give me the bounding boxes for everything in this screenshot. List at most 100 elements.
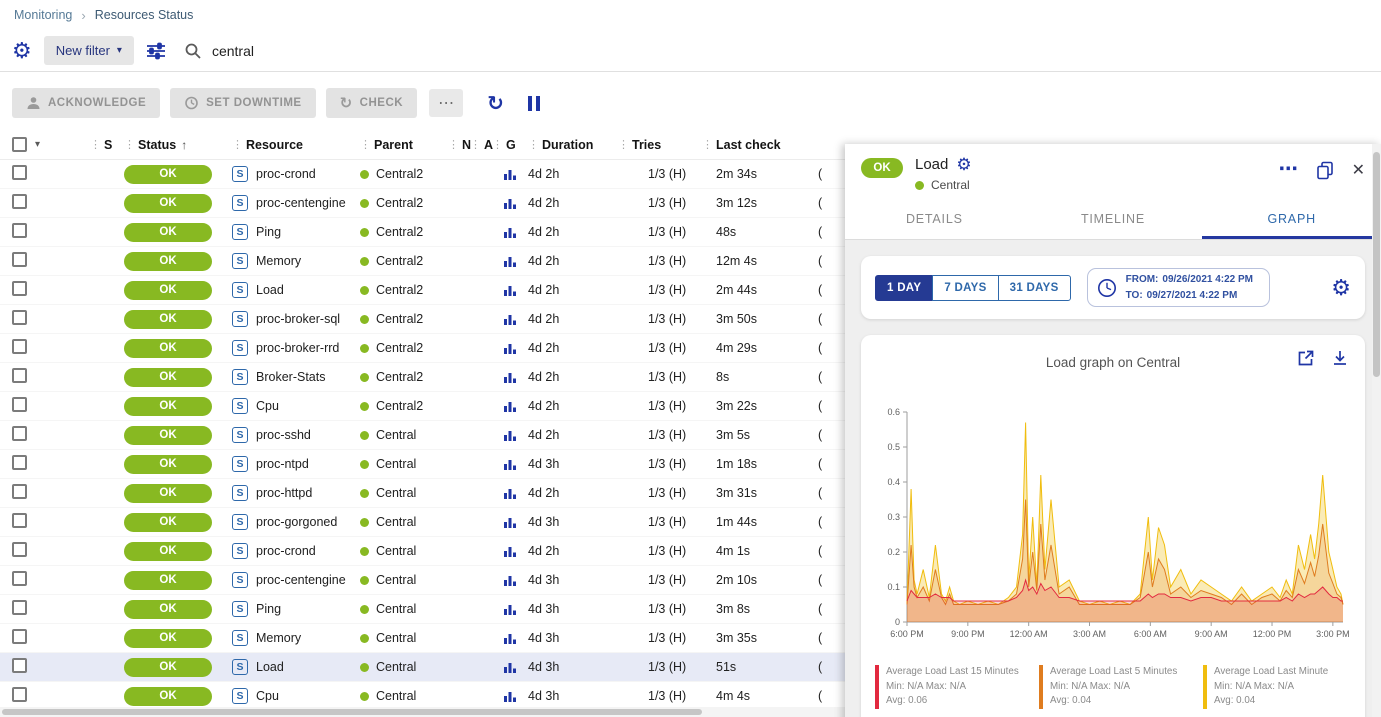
breadcrumb-monitoring[interactable]: Monitoring <box>14 8 72 22</box>
graph-icon[interactable] <box>503 486 517 500</box>
graph-icon[interactable] <box>503 225 517 239</box>
tab-details[interactable]: DETAILS <box>845 200 1024 239</box>
parent-name[interactable]: Central <box>376 573 416 587</box>
resource-name[interactable]: Ping <box>256 602 281 616</box>
column-menu-icon[interactable]: ⋮ <box>448 138 459 151</box>
graph-icon[interactable] <box>503 312 517 326</box>
resource-name[interactable]: proc-broker-rrd <box>256 341 339 355</box>
graph-icon[interactable] <box>503 689 517 703</box>
column-header-a[interactable]: ⋮A <box>470 138 492 152</box>
parent-name[interactable]: Central <box>376 689 416 703</box>
parent-name[interactable]: Central2 <box>376 283 423 297</box>
graph-icon[interactable] <box>503 602 517 616</box>
panel-scrollbar[interactable] <box>1372 144 1381 717</box>
parent-name[interactable]: Central2 <box>376 225 423 239</box>
resource-name[interactable]: proc-centengine <box>256 573 346 587</box>
table-row[interactable]: OK S proc-centengine Central2 4d 2h 1/3 … <box>0 189 845 218</box>
table-row[interactable]: OK S Broker-Stats Central2 4d 2h 1/3 (H)… <box>0 363 845 392</box>
column-menu-icon[interactable]: ⋮ <box>528 138 539 151</box>
parent-name[interactable]: Central <box>376 457 416 471</box>
graph-icon[interactable] <box>503 196 517 210</box>
parent-name[interactable]: Central <box>376 660 416 674</box>
graph-icon[interactable] <box>503 283 517 297</box>
parent-name[interactable]: Central <box>376 515 416 529</box>
column-header-tries[interactable]: ⋮Tries <box>618 138 702 152</box>
legend-item[interactable]: Average Load Last 15 MinutesMin: N/A Max… <box>875 665 1025 709</box>
set-downtime-button[interactable]: SET DOWNTIME <box>170 88 315 118</box>
parent-name[interactable]: Central2 <box>376 312 423 326</box>
column-header-duration[interactable]: ⋮Duration <box>528 138 618 152</box>
filter-settings-gear-icon[interactable]: ⚙ <box>12 40 32 62</box>
row-checkbox[interactable] <box>12 194 27 209</box>
resource-name[interactable]: proc-gorgoned <box>256 515 337 529</box>
panel-more-icon[interactable]: ⋯ <box>1279 164 1298 175</box>
parent-name[interactable]: Central <box>376 428 416 442</box>
tab-timeline[interactable]: TIMELINE <box>1024 200 1203 239</box>
table-row[interactable]: OK S proc-crond Central 4d 2h 1/3 (H) 4m… <box>0 537 845 566</box>
panel-scrollbar-thumb[interactable] <box>1373 152 1380 377</box>
table-row[interactable]: OK S proc-sshd Central 4d 2h 1/3 (H) 3m … <box>0 421 845 450</box>
more-actions-button[interactable]: ⋯ <box>429 89 463 117</box>
resource-name[interactable]: Broker-Stats <box>256 370 325 384</box>
column-header-g[interactable]: ⋮G <box>492 138 528 152</box>
column-header-status[interactable]: ⋮Status↑ <box>124 138 232 152</box>
parent-name[interactable]: Central2 <box>376 341 423 355</box>
refresh-icon[interactable]: ↻ <box>487 91 504 116</box>
row-checkbox[interactable] <box>12 339 27 354</box>
row-checkbox[interactable] <box>12 542 27 557</box>
table-row[interactable]: OK S proc-gorgoned Central 4d 3h 1/3 (H)… <box>0 508 845 537</box>
graph-settings-gear-icon[interactable]: ⚙ <box>1331 277 1351 299</box>
table-row[interactable]: OK S Memory Central2 4d 2h 1/3 (H) 12m 4… <box>0 247 845 276</box>
resource-name[interactable]: proc-ntpd <box>256 457 309 471</box>
parent-name[interactable]: Central <box>376 631 416 645</box>
parent-name[interactable]: Central2 <box>376 370 423 384</box>
graph-icon[interactable] <box>503 660 517 674</box>
resource-name[interactable]: Ping <box>256 225 281 239</box>
column-header-n[interactable]: ⋮N <box>448 138 470 152</box>
resource-name[interactable]: Memory <box>256 254 301 268</box>
graph-icon[interactable] <box>503 631 517 645</box>
table-row[interactable]: OK S proc-ntpd Central 4d 3h 1/3 (H) 1m … <box>0 450 845 479</box>
row-checkbox[interactable] <box>12 165 27 180</box>
breadcrumb-resources-status[interactable]: Resources Status <box>95 8 194 22</box>
check-button[interactable]: ↻ CHECK <box>326 88 417 118</box>
graph-icon[interactable] <box>503 399 517 413</box>
resource-settings-gear-icon[interactable]: ⚙ <box>956 156 971 173</box>
table-row[interactable]: OK S Cpu Central2 4d 2h 1/3 (H) 3m 22s ( <box>0 392 845 421</box>
parent-name[interactable]: Central2 <box>376 254 423 268</box>
resource-name[interactable]: proc-httpd <box>256 486 312 500</box>
row-checkbox[interactable] <box>12 368 27 383</box>
graph-icon[interactable] <box>503 167 517 181</box>
select-all-checkbox[interactable] <box>12 137 27 152</box>
column-menu-icon[interactable]: ⋮ <box>232 138 243 151</box>
resource-name[interactable]: proc-sshd <box>256 428 311 442</box>
custom-time-range[interactable]: FROM:09/26/2021 4:22 PM TO:09/27/2021 4:… <box>1087 268 1270 307</box>
graph-icon[interactable] <box>503 515 517 529</box>
column-header-parent[interactable]: ⋮Parent <box>360 138 448 152</box>
column-menu-icon[interactable]: ⋮ <box>360 138 371 151</box>
row-checkbox[interactable] <box>12 397 27 412</box>
resource-name[interactable]: proc-crond <box>256 167 316 181</box>
range-button-31-days[interactable]: 31 DAYS <box>998 275 1071 301</box>
column-menu-icon[interactable]: ⋮ <box>618 138 629 151</box>
row-checkbox[interactable] <box>12 484 27 499</box>
acknowledge-button[interactable]: ACKNOWLEDGE <box>12 88 160 118</box>
resource-name[interactable]: proc-crond <box>256 544 316 558</box>
resource-name[interactable]: Cpu <box>256 689 279 703</box>
column-menu-icon[interactable]: ⋮ <box>702 138 713 151</box>
graph-icon[interactable] <box>503 457 517 471</box>
parent-name[interactable]: Central <box>376 602 416 616</box>
graph-icon[interactable] <box>503 573 517 587</box>
parent-name[interactable]: Central2 <box>376 399 423 413</box>
horizontal-scrollbar-thumb[interactable] <box>2 709 702 715</box>
column-header-last-check[interactable]: ⋮Last check <box>702 138 818 152</box>
table-row[interactable]: OK S proc-httpd Central 4d 2h 1/3 (H) 3m… <box>0 479 845 508</box>
column-header-s[interactable]: ⋮S <box>90 138 124 152</box>
resource-name[interactable]: proc-broker-sql <box>256 312 340 326</box>
column-menu-icon[interactable]: ⋮ <box>492 138 503 151</box>
graph-icon[interactable] <box>503 544 517 558</box>
search-input[interactable] <box>212 43 512 59</box>
row-checkbox[interactable] <box>12 281 27 296</box>
legend-item[interactable]: Average Load Last 5 MinutesMin: N/A Max:… <box>1039 665 1189 709</box>
table-row[interactable]: OK S Ping Central 4d 3h 1/3 (H) 3m 8s ( <box>0 595 845 624</box>
